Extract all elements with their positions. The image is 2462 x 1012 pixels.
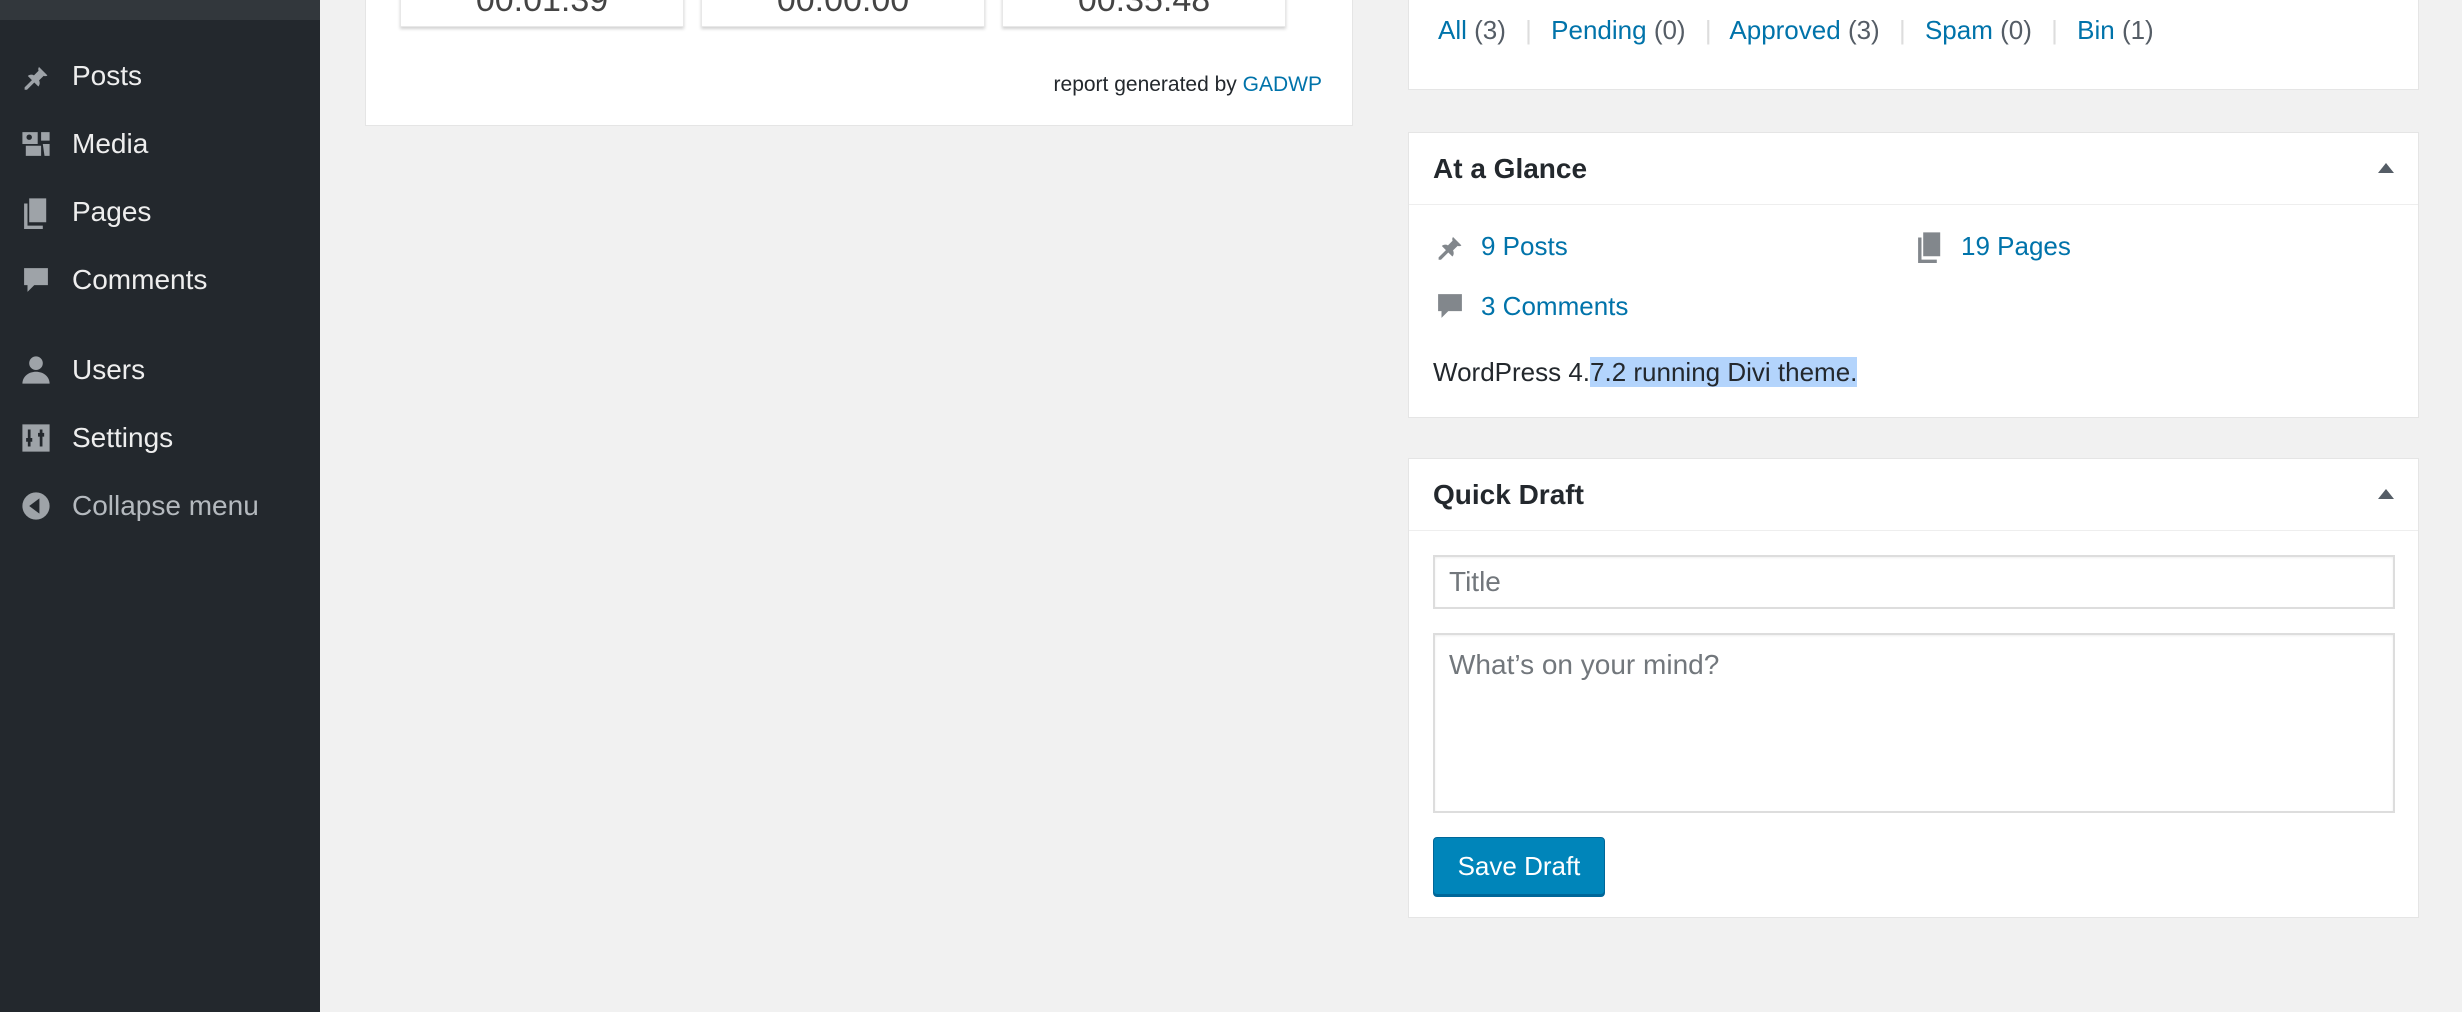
pushpin-icon [1438, 234, 1462, 260]
stat-box: 00:00:00 [701, 0, 985, 27]
sidebar-item-label: Settings [72, 422, 174, 453]
collapse-menu-label: Collapse menu [72, 490, 259, 521]
version-prefix: WordPress 4. [1433, 357, 1591, 387]
filter-separator: | [2051, 15, 2058, 45]
sidebar-item-settings[interactable]: Settings [0, 408, 320, 468]
glance-pages-link[interactable]: 19 Pages [1913, 229, 2071, 263]
sidebar-item-pages[interactable]: Pages [0, 182, 320, 242]
activity-comments-filter: All (3) | Pending (0) | Approved (3) | S… [1408, 0, 2419, 90]
comment-filter-links: All (3) | Pending (0) | Approved (3) | S… [1438, 15, 2154, 46]
filter-separator: | [1898, 15, 1906, 45]
pages-icon [1918, 232, 1941, 263]
pages-icon [18, 194, 54, 230]
quick-draft-widget: Quick Draft Save Draft [1408, 458, 2419, 918]
filter-approved-link[interactable]: Approved [1729, 15, 1840, 45]
filter-separator: | [1704, 15, 1712, 45]
sidebar-item-label: Media [72, 128, 149, 159]
sidebar-item-label: Users [72, 354, 146, 385]
collapse-toggle-icon[interactable] [2378, 163, 2394, 173]
pushpin-icon [18, 58, 54, 94]
report-credit: report generated by GADWP [1054, 73, 1322, 97]
settings-icon [18, 420, 54, 456]
filter-spam-link[interactable]: Spam [1925, 15, 1993, 45]
wordpress-version-text: WordPress 4.7.2 running Divi theme. [1433, 357, 1858, 388]
filter-bin-link[interactable]: Bin [2077, 15, 2115, 45]
collapse-arrow-icon [18, 488, 54, 524]
sidebar-item-label: Posts [72, 60, 143, 91]
filter-count: (0) [2000, 15, 2032, 45]
sidebar-item-media[interactable]: Media [0, 114, 320, 174]
draft-content-textarea[interactable] [1433, 633, 2395, 813]
sidebar-item-label: Comments [72, 264, 208, 295]
at-a-glance-widget: At a Glance 9 Posts 19 Pages 3 Comments … [1408, 132, 2419, 418]
glance-comments-link[interactable]: 3 Comments [1433, 289, 1628, 323]
report-prefix: report generated by [1053, 73, 1237, 96]
sidebar-item-users[interactable]: Users [0, 340, 320, 400]
stat-box: 00:35:48 [1002, 0, 1286, 27]
widget-title: Quick Draft [1433, 479, 1584, 510]
save-draft-button[interactable]: Save Draft [1433, 837, 1605, 895]
comment-icon [1438, 294, 1462, 318]
filter-separator: | [1525, 15, 1532, 45]
sidebar-active-item-edge [0, 0, 320, 20]
widget-header[interactable]: At a Glance [1409, 133, 2418, 205]
glance-posts-label: 9 Posts [1481, 230, 1568, 261]
collapse-toggle-icon[interactable] [2378, 489, 2394, 499]
filter-count: (3) [1474, 15, 1506, 45]
widget-title: At a Glance [1433, 153, 1588, 184]
user-icon [18, 352, 54, 388]
glance-posts-link[interactable]: 9 Posts [1433, 229, 1568, 263]
sidebar-item-posts[interactable]: Posts [0, 46, 320, 106]
glance-comments-label: 3 Comments [1481, 290, 1629, 321]
stat-value: 00:35:48 [1077, 0, 1211, 19]
filter-count: (1) [2121, 15, 2154, 45]
analytics-widget: 00:01:39 00:00:00 00:35:48 report genera… [365, 0, 1353, 126]
comment-icon [18, 262, 54, 298]
selected-text: 7.2 running Divi theme. [1590, 357, 1858, 387]
sidebar-item-label: Pages [72, 196, 152, 227]
widget-header[interactable]: Quick Draft [1409, 459, 2418, 531]
filter-count: (0) [1653, 15, 1686, 45]
filter-pending-link[interactable]: Pending [1551, 15, 1646, 45]
gadwp-link[interactable]: GADWP [1243, 73, 1322, 96]
filter-all-link[interactable]: All [1438, 15, 1467, 45]
collapse-menu-button[interactable]: Collapse menu [0, 476, 320, 536]
stat-box: 00:01:39 [400, 0, 684, 27]
filter-count: (3) [1847, 15, 1880, 45]
sidebar-item-comments[interactable]: Comments [0, 250, 320, 310]
stat-value: 00:00:00 [776, 0, 910, 19]
draft-title-input[interactable] [1433, 555, 2395, 609]
glance-pages-label: 19 Pages [1961, 230, 2071, 261]
media-icon [18, 126, 54, 162]
stat-value: 00:01:39 [475, 0, 609, 19]
admin-sidebar: Posts Media Pages Comments Users Setting… [0, 0, 320, 1012]
